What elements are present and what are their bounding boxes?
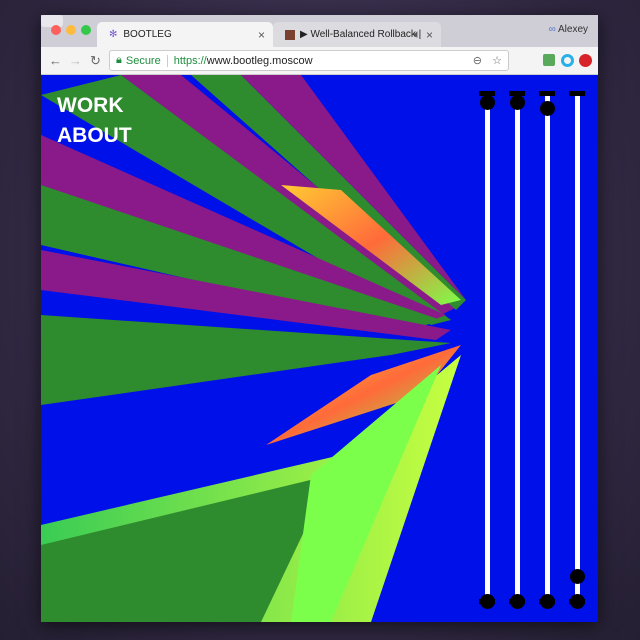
zoom-icon[interactable]: ⊖ xyxy=(473,54,482,67)
bookmark-star-icon[interactable]: ☆ xyxy=(492,54,502,67)
favicon-icon: ✻ xyxy=(109,29,118,40)
tab-bootleg[interactable]: ✻ BOOTLEG × xyxy=(97,22,273,47)
slider-top-knob[interactable] xyxy=(510,95,525,110)
slider-track[interactable] xyxy=(545,95,550,605)
slider-3[interactable] xyxy=(539,91,555,609)
forward-icon[interactable]: → xyxy=(69,53,82,68)
maximize-window-button[interactable] xyxy=(81,25,91,35)
extension-icon[interactable] xyxy=(543,54,555,66)
extension-circle-icon[interactable] xyxy=(561,54,574,67)
menu-about-link[interactable]: ABOUT xyxy=(57,121,132,151)
slider-bottom-knob[interactable] xyxy=(540,594,555,609)
slider-bottom-knob[interactable] xyxy=(480,594,495,609)
tab-video[interactable]: ▶ Well-Balanced Rollback | 🔈︎ × xyxy=(273,22,441,47)
profile-icon: ∞ xyxy=(548,24,558,35)
slider-track[interactable] xyxy=(485,95,490,605)
slider-1[interactable] xyxy=(479,91,495,609)
speaker-icon[interactable]: 🔈︎ xyxy=(414,27,421,42)
browser-window: ✻ BOOTLEG × ▶ Well-Balanced Rollback | 🔈… xyxy=(41,15,598,622)
close-window-button[interactable] xyxy=(51,25,61,35)
reload-icon[interactable]: ↻ xyxy=(90,53,101,69)
profile-button[interactable]: ∞ Alexey xyxy=(549,24,588,35)
close-tab-icon[interactable]: × xyxy=(258,28,265,42)
video-thumbnail-icon xyxy=(285,29,295,40)
toolbar: ← → ↻ 🔒︎ Secure https://www.bootleg.mosc… xyxy=(41,47,598,75)
slider-cap xyxy=(539,91,555,96)
slider-top-knob[interactable] xyxy=(480,95,495,110)
menu-work-link[interactable]: WORK xyxy=(57,91,132,121)
slider-2[interactable] xyxy=(509,91,525,609)
site-menu: WORK ABOUT xyxy=(57,91,132,151)
slider-track[interactable] xyxy=(575,95,580,605)
slider-bottom-knob[interactable] xyxy=(570,594,585,609)
lock-icon: 🔒︎ xyxy=(116,54,122,66)
slider-bottom-knob[interactable] xyxy=(510,594,525,609)
back-icon[interactable]: ← xyxy=(49,53,62,68)
slider-top-knob[interactable] xyxy=(540,101,555,116)
slider-top-knob[interactable] xyxy=(570,569,585,584)
adblock-icon[interactable] xyxy=(579,54,592,67)
slider-4[interactable] xyxy=(569,91,585,609)
tab-bar: ✻ BOOTLEG × ▶ Well-Balanced Rollback | 🔈… xyxy=(41,15,598,47)
close-tab-icon[interactable]: × xyxy=(426,28,433,42)
page-content: WORK ABOUT xyxy=(41,75,598,622)
minimize-window-button[interactable] xyxy=(66,25,76,35)
slider-cap xyxy=(569,91,585,96)
slider-track[interactable] xyxy=(515,95,520,605)
url-text: https://www.bootleg.moscow xyxy=(166,54,313,67)
address-bar[interactable]: 🔒︎ Secure https://www.bootleg.moscow ⊖ ☆ xyxy=(109,50,509,71)
